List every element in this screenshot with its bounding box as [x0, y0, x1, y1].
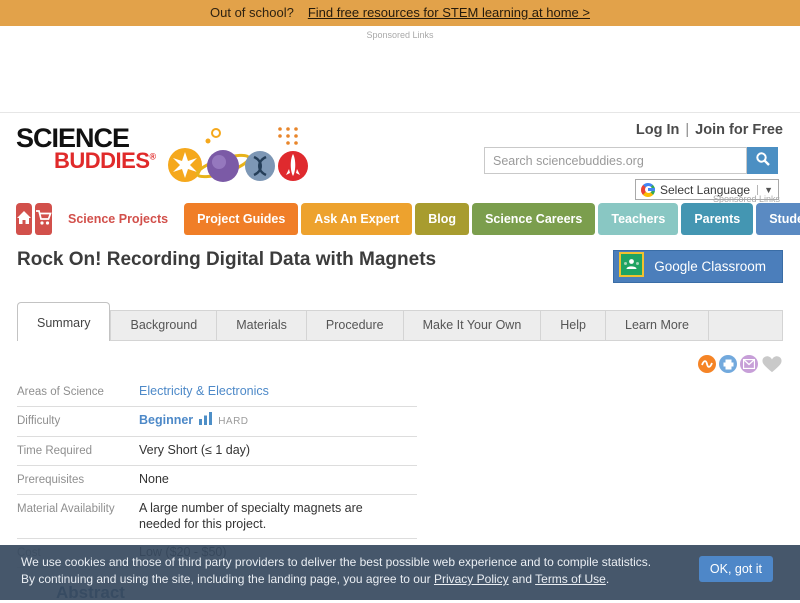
email-icon[interactable] — [740, 355, 758, 373]
nav-science-projects[interactable]: Science Projects — [55, 203, 182, 235]
difficulty-bars-icon — [199, 412, 213, 428]
cart-button[interactable] — [35, 203, 52, 235]
cookie-banner: We use cookies and those of third party … — [0, 545, 800, 600]
nav-teachers[interactable]: Teachers — [598, 203, 679, 235]
table-row: Material Availability A large number of … — [17, 495, 417, 539]
ad-placeholder — [0, 40, 800, 112]
promo-banner: Out of school? Find free resources for ST… — [0, 0, 800, 26]
tab-bar: Summary Background Materials Procedure M… — [17, 302, 783, 341]
auth-links: Log In | Join for Free — [635, 122, 783, 138]
page-title: Rock On! Recording Digital Data with Mag… — [17, 249, 437, 270]
search-button[interactable] — [747, 147, 778, 174]
site-search — [484, 147, 778, 174]
chevron-down-icon: ▼ — [757, 184, 773, 195]
nav-science-careers[interactable]: Science Careers — [472, 203, 596, 235]
difficulty-hard-label: HARD — [218, 416, 249, 427]
table-row: Difficulty Beginner HARD — [17, 407, 417, 437]
tab-materials[interactable]: Materials — [217, 310, 307, 341]
tab-summary[interactable]: Summary — [17, 302, 111, 341]
sponsored-links-label: Sponsored Links — [366, 30, 434, 40]
project-summary-table: Areas of Science Electricity & Electroni… — [17, 378, 417, 568]
google-classroom-icon — [619, 251, 645, 282]
google-classroom-button[interactable]: Google Classroom — [613, 250, 783, 283]
tab-help[interactable]: Help — [541, 310, 606, 341]
registered-mark: ® — [149, 151, 157, 162]
nav-blog[interactable]: Blog — [415, 203, 470, 235]
cookie-accept-button[interactable]: OK, got it — [698, 556, 773, 582]
search-icon — [755, 151, 771, 170]
cookie-line2: By continuing and using the site, includ… — [21, 572, 610, 586]
nav-project-guides[interactable]: Project Guides — [184, 203, 299, 235]
logo-art-icons — [160, 125, 312, 196]
site-header: SCIENCE BUDDIES® Log In | Join for Free … — [0, 112, 800, 202]
cookie-line1: We use cookies and those of third party … — [21, 555, 652, 569]
tab-bar-filler — [708, 310, 783, 341]
table-row: Areas of Science Electricity & Electroni… — [17, 378, 417, 407]
classroom-share-icon[interactable] — [698, 355, 716, 373]
share-toolbar — [698, 354, 783, 374]
table-row: Time Required Very Short (≤ 1 day) — [17, 437, 417, 466]
privacy-policy-link[interactable]: Privacy Policy — [434, 572, 509, 586]
favorite-heart-icon[interactable] — [761, 354, 783, 374]
logo-text-buddies: BUDDIES — [54, 148, 150, 173]
nav-parents[interactable]: Parents — [681, 203, 754, 235]
home-icon — [16, 210, 32, 228]
promo-text: Out of school? — [210, 5, 294, 20]
terms-of-use-link[interactable]: Terms of Use — [535, 572, 606, 586]
science-buddies-logo[interactable]: SCIENCE BUDDIES® — [16, 125, 312, 196]
prerequisites-value: None — [139, 472, 169, 486]
tab-background[interactable]: Background — [110, 310, 218, 341]
tab-learn-more[interactable]: Learn More — [606, 310, 709, 341]
tab-procedure[interactable]: Procedure — [306, 310, 404, 341]
main-nav: Science Projects Project Guides Ask An E… — [16, 203, 800, 235]
google-translate-icon — [641, 182, 655, 197]
promo-link[interactable]: Find free resources for STEM learning at… — [308, 5, 590, 20]
join-for-free-link[interactable]: Join for Free — [695, 122, 783, 138]
print-icon[interactable] — [719, 355, 737, 373]
log-in-link[interactable]: Log In — [636, 122, 680, 138]
time-required-value: Very Short (≤ 1 day) — [139, 443, 251, 457]
nav-students[interactable]: Students — [756, 203, 800, 235]
google-classroom-label: Google Classroom — [654, 259, 766, 274]
tab-make-it-your-own[interactable]: Make It Your Own — [403, 310, 542, 341]
difficulty-link[interactable]: Beginner — [139, 413, 193, 427]
table-row: Prerequisites None — [17, 466, 417, 495]
search-input[interactable] — [484, 147, 747, 174]
home-button[interactable] — [16, 203, 32, 235]
areas-of-science-link[interactable]: Electricity & Electronics — [139, 384, 269, 398]
material-availability-value: A large number of specialty magnets are … — [139, 501, 363, 531]
nav-ask-an-expert[interactable]: Ask An Expert — [301, 203, 413, 235]
cart-icon — [35, 209, 52, 229]
